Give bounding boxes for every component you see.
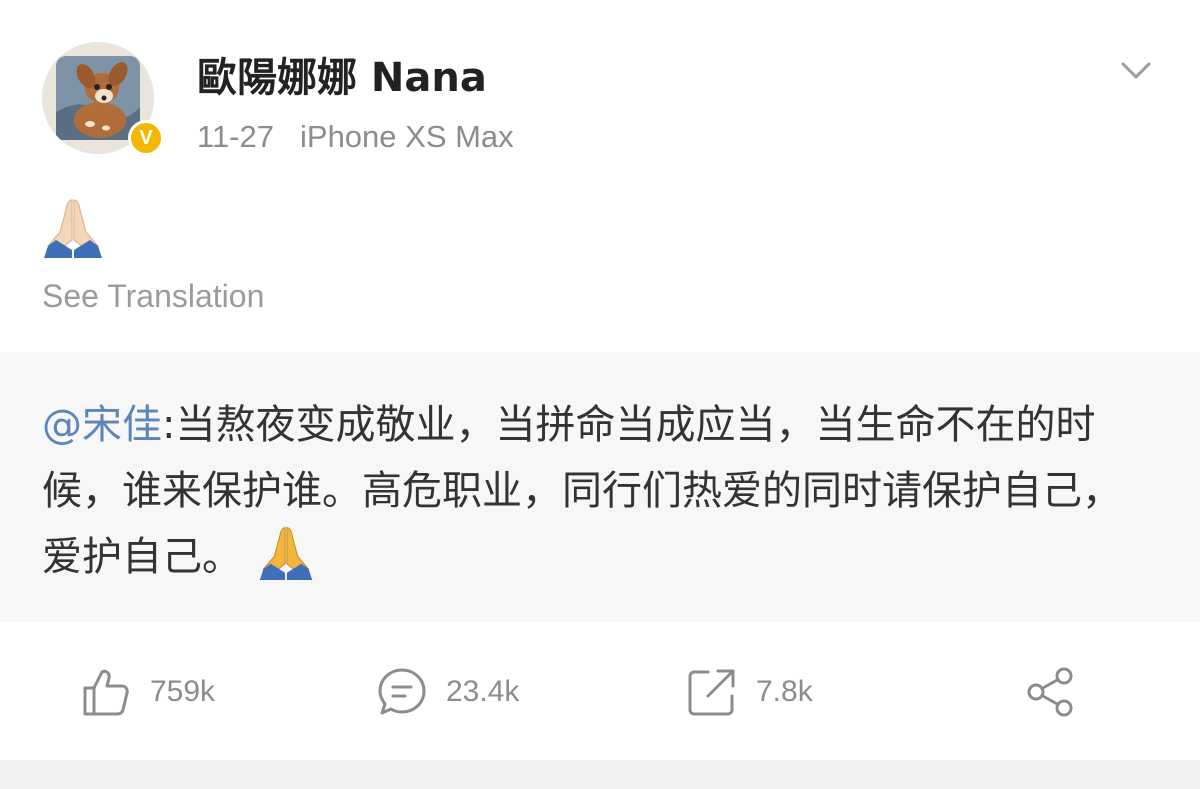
action-bar: 759k 23.4k 7.8k (0, 622, 1200, 760)
like-count: 759k (150, 675, 216, 708)
repost-text: :当熬夜变成敬业，当拼命当成应当，当生命不在的时候，谁来保护谁。高危职业，同行们… (42, 402, 1122, 580)
weibo-post: V 歐陽娜娜 Nana 11-27 iPhone XS Max See Trans… (0, 0, 1200, 789)
chevron-down-icon (1121, 62, 1151, 79)
post-device: iPhone XS Max (300, 119, 514, 154)
repost-card[interactable]: @宋佳:当熬夜变成敬业，当拼命当成应当，当生命不在的时候，谁来保护谁。高危职业，… (0, 352, 1200, 622)
comment-count: 23.4k (446, 675, 520, 708)
post-meta: 11-27 iPhone XS Max (197, 116, 514, 158)
verified-badge: V (128, 120, 164, 156)
praying-hands-icon (42, 196, 104, 258)
share-button[interactable] (1024, 664, 1078, 720)
post-date: 11-27 (197, 119, 274, 154)
comment-icon (378, 668, 426, 715)
menu-button[interactable] (1118, 52, 1154, 88)
mention-link[interactable]: @宋佳 (42, 402, 162, 448)
repost-icon (688, 669, 735, 716)
see-translation-link[interactable]: See Translation (42, 274, 264, 318)
thumbs-up-icon (83, 669, 129, 716)
comment-button[interactable]: 23.4k (376, 664, 519, 720)
repost-button[interactable]: 7.8k (686, 664, 813, 720)
share-icon (1027, 667, 1073, 717)
repost-content: @宋佳:当熬夜变成敬业，当拼命当成应当，当生命不在的时候，谁来保护谁。高危职业，… (42, 392, 1157, 590)
repost-count: 7.8k (756, 675, 813, 708)
avatar-container[interactable]: V (42, 42, 164, 156)
like-button[interactable]: 759k (80, 664, 215, 720)
author-name[interactable]: 歐陽娜娜 Nana (197, 52, 487, 104)
praying-hands-icon (256, 524, 316, 580)
feed-separator (0, 760, 1200, 789)
